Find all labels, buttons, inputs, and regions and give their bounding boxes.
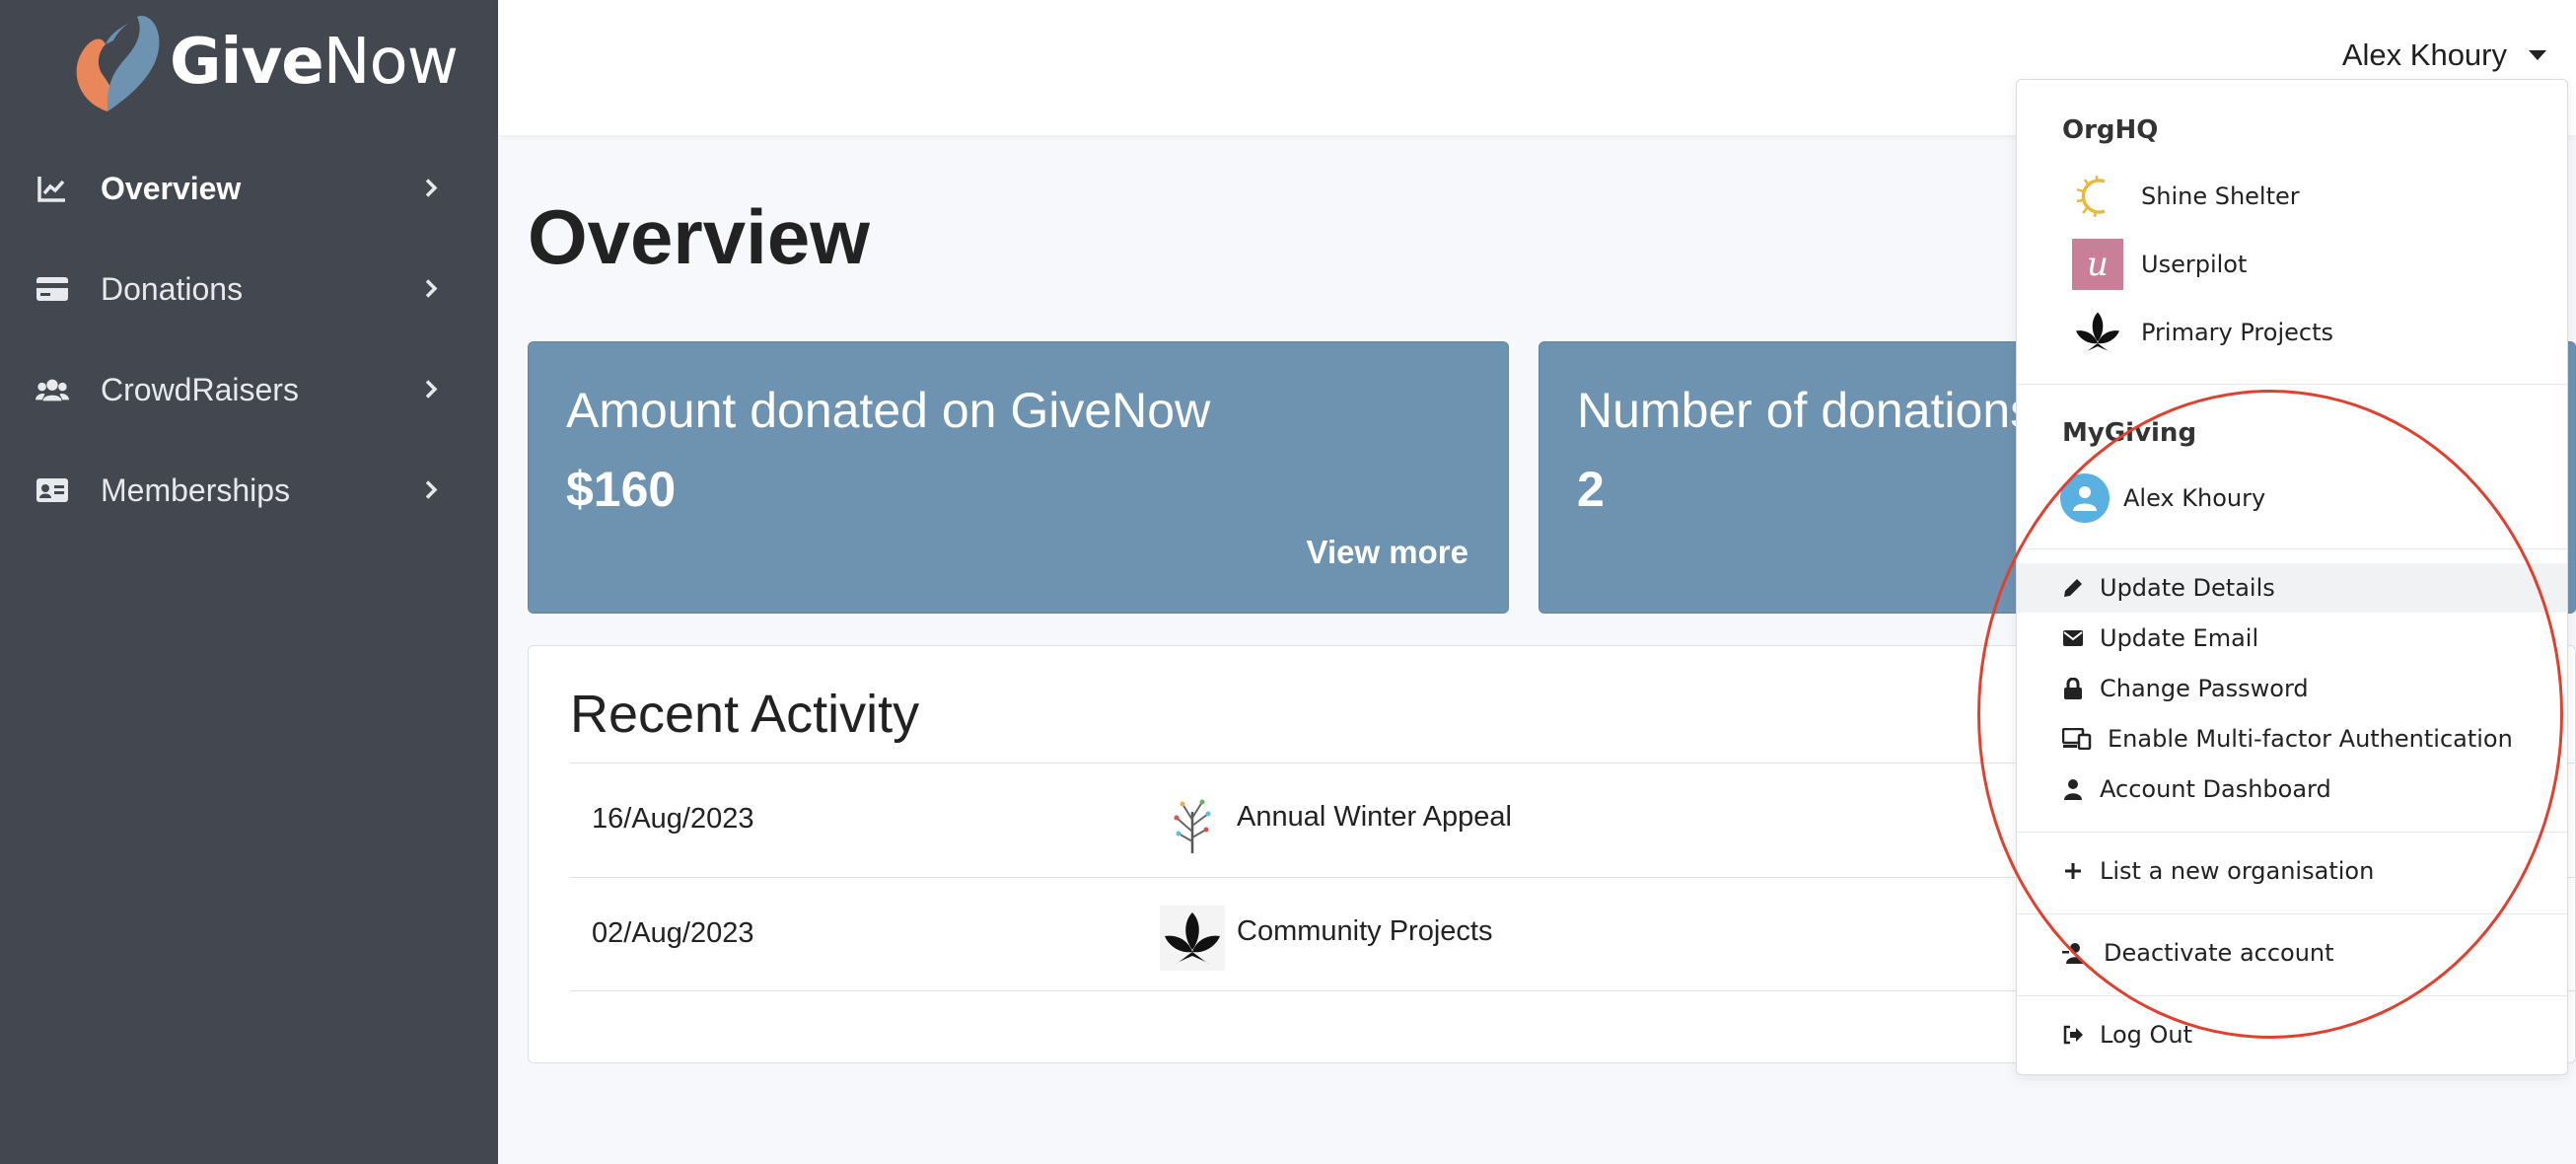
sidebar-item-label: Overview <box>101 170 242 206</box>
sign-out-icon <box>2060 1022 2086 1048</box>
chevron-right-icon <box>424 372 438 408</box>
org-name: Shine Shelter <box>2141 182 2300 210</box>
user-icon <box>2060 776 2086 802</box>
givenow-logo[interactable]: GiveNow <box>67 8 459 116</box>
leaf-logo-icon <box>1160 906 1225 971</box>
sidebar-item-label: Donations <box>101 270 244 307</box>
plus-icon <box>2060 858 2086 884</box>
lock-icon <box>2060 676 2086 701</box>
card-value: $160 <box>566 462 677 517</box>
chart-line-icon <box>36 172 69 205</box>
dropdown-divider <box>2017 995 2567 996</box>
devices-icon <box>2060 726 2094 752</box>
org-item-userpilot[interactable]: u Userpilot <box>2072 237 2247 292</box>
amount-donated-card: Amount donated on GiveNow $160 View more <box>528 341 1509 614</box>
dropdown-item-label: Deactivate account <box>2104 939 2334 967</box>
sidebar: GiveNow Overview Donations CrowdRaisers … <box>0 0 498 1164</box>
dropdown-item-label: Update Email <box>2100 624 2259 652</box>
heart-logo-icon <box>76 15 160 111</box>
dropdown-divider <box>2017 384 2567 385</box>
dropdown-divider <box>2017 548 2567 549</box>
sidebar-item-memberships[interactable]: Memberships <box>0 440 498 541</box>
mygiving-user-item[interactable]: Alex Khoury <box>2060 471 2265 526</box>
log-out-item[interactable]: Log Out <box>2017 1010 2567 1059</box>
view-more-link[interactable]: View more <box>1307 534 1468 571</box>
card-title: Amount donated on GiveNow <box>566 383 1211 438</box>
org-name: Primary Projects <box>2141 319 2333 346</box>
user-dropdown-menu: OrgHQ Shine Shelter u Userpilot Primary … <box>2016 79 2568 1075</box>
activity-name: Annual Winter Appeal <box>1237 801 1512 833</box>
id-card-icon <box>36 473 69 507</box>
user-menu-toggle[interactable]: Alex Khoury <box>2342 37 2546 73</box>
list-new-organisation-item[interactable]: List a new organisation <box>2017 846 2567 896</box>
org-item-primary-projects[interactable]: Primary Projects <box>2072 305 2333 360</box>
page-title: Overview <box>528 193 870 280</box>
chevron-right-icon <box>424 271 438 308</box>
dropdown-item-label: List a new organisation <box>2100 857 2375 885</box>
sidebar-item-crowdraisers[interactable]: CrowdRaisers <box>0 339 498 440</box>
update-details-item[interactable]: Update Details <box>2017 563 2567 613</box>
sidebar-item-label: CrowdRaisers <box>101 371 299 407</box>
chevron-right-icon <box>424 473 438 509</box>
dropdown-item-label: Change Password <box>2100 675 2309 702</box>
activity-date: 16/Aug/2023 <box>592 803 754 835</box>
orghq-header: OrgHQ <box>2062 115 2159 145</box>
user-minus-icon <box>2060 940 2090 966</box>
caret-down-icon <box>2529 50 2546 60</box>
sidebar-nav: Overview Donations CrowdRaisers Membersh… <box>0 138 498 541</box>
account-dashboard-item[interactable]: Account Dashboard <box>2017 764 2567 814</box>
card-value: 2 <box>1577 462 1605 517</box>
avatar <box>2060 473 2110 523</box>
user-name: Alex Khoury <box>2341 37 2507 72</box>
users-icon <box>36 373 69 406</box>
dropdown-divider <box>2017 832 2567 833</box>
update-email-item[interactable]: Update Email <box>2017 614 2567 663</box>
enable-mfa-item[interactable]: Enable Multi-factor Authentication <box>2017 714 2567 764</box>
pencil-icon <box>2060 575 2086 601</box>
org-item-shine-shelter[interactable]: Shine Shelter <box>2072 169 2300 224</box>
recent-activity-title: Recent Activity <box>570 685 920 744</box>
brand-name: GiveNow <box>170 26 459 99</box>
activity-date: 02/Aug/2023 <box>592 917 754 949</box>
dropdown-item-label: Update Details <box>2100 574 2275 602</box>
deactivate-account-item[interactable]: Deactivate account <box>2017 928 2567 978</box>
activity-name: Community Projects <box>1237 915 1493 947</box>
dropdown-item-label: Enable Multi-factor Authentication <box>2108 725 2513 753</box>
leaf-logo-icon <box>2072 307 2123 358</box>
tree-logo-icon <box>1160 791 1225 856</box>
mygiving-header: MyGiving <box>2062 418 2197 448</box>
dropdown-item-label: Account Dashboard <box>2100 775 2331 803</box>
card-title: Number of donations <box>1577 383 2036 438</box>
envelope-icon <box>2060 625 2086 651</box>
sun-logo-icon <box>2072 171 2123 222</box>
chevron-right-icon <box>424 171 438 207</box>
org-name: Userpilot <box>2141 251 2248 278</box>
dropdown-divider <box>2017 913 2567 914</box>
credit-card-icon <box>36 272 69 306</box>
sidebar-item-donations[interactable]: Donations <box>0 239 498 339</box>
change-password-item[interactable]: Change Password <box>2017 664 2567 713</box>
sidebar-item-label: Memberships <box>101 472 291 508</box>
dropdown-item-label: Log Out <box>2100 1021 2193 1049</box>
sidebar-item-overview[interactable]: Overview <box>0 138 498 239</box>
mygiving-user-name: Alex Khoury <box>2123 484 2266 512</box>
userpilot-logo-icon: u <box>2072 239 2123 290</box>
